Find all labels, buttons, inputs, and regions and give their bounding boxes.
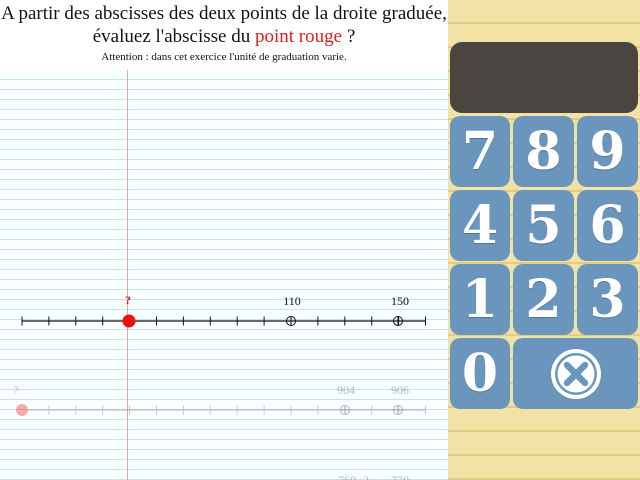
red-point xyxy=(16,404,28,416)
number-lines: ? 110 150 ? 904 906 760 ? 770 xyxy=(13,293,426,480)
red-point[interactable] xyxy=(122,314,136,328)
clear-button[interactable] xyxy=(513,338,638,409)
key-3[interactable]: 3 xyxy=(577,264,638,335)
key-label: 5 xyxy=(525,195,562,256)
exercise-area: A partir des abscisses des deux points d… xyxy=(0,0,448,480)
reference-point-label: 110 xyxy=(283,294,301,308)
key-0[interactable]: 0 xyxy=(450,338,510,409)
key-9[interactable]: 9 xyxy=(577,116,638,187)
key-label: 9 xyxy=(589,121,626,182)
reference-point-label: 150 xyxy=(391,294,409,308)
key-label: 2 xyxy=(525,269,562,330)
faded-number-line: ? 904 906 xyxy=(13,383,426,416)
circle-x-icon xyxy=(550,348,601,399)
key-2[interactable]: 2 xyxy=(513,264,574,335)
key-label: 4 xyxy=(461,195,499,256)
key-label: 8 xyxy=(525,121,562,182)
partial-label-red: ? xyxy=(363,473,368,480)
key-8[interactable]: 8 xyxy=(513,116,574,187)
bottom-partial-line: 760 ? 770 xyxy=(338,473,409,480)
partial-label: 760 xyxy=(338,473,356,480)
key-label: 7 xyxy=(461,121,499,182)
red-point-label: ? xyxy=(13,383,18,397)
key-label: 1 xyxy=(461,269,499,330)
keypad-panel: 7 8 9 4 5 6 1 2 3 0 xyxy=(448,0,640,480)
active-number-line: ? 110 150 xyxy=(21,293,426,328)
key-label: 6 xyxy=(589,195,626,256)
key-label: 0 xyxy=(461,343,499,404)
reference-point-label: 904 xyxy=(337,383,355,397)
key-1[interactable]: 1 xyxy=(450,264,510,335)
key-label: 3 xyxy=(589,269,626,330)
answer-display xyxy=(450,42,638,113)
key-7[interactable]: 7 xyxy=(450,116,510,187)
reference-point-label: 906 xyxy=(391,383,409,397)
red-point-label: ? xyxy=(125,293,131,307)
key-5[interactable]: 5 xyxy=(513,190,574,261)
key-6[interactable]: 6 xyxy=(577,190,638,261)
key-4[interactable]: 4 xyxy=(450,190,510,261)
partial-label: 770 xyxy=(391,473,409,480)
